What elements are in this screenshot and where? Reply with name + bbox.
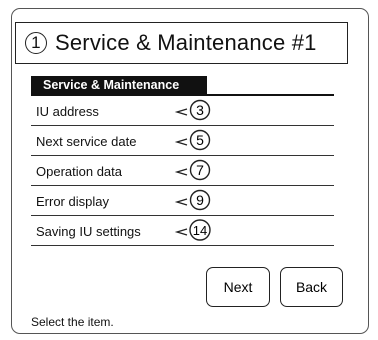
menu-item-label: Error display [36,194,109,209]
callout-marker: 14 [174,219,211,241]
menu-item-label: Saving IU settings [36,224,141,239]
callout-marker: 9 [174,189,211,211]
back-button[interactable]: Back [280,267,343,307]
menu-item-label: Next service date [36,134,137,149]
menu-item-label: Operation data [36,164,123,179]
title-step-number: 1 [25,32,47,54]
next-button[interactable]: Next [206,267,270,307]
menu-item-iu-address[interactable]: IU address 3 [31,96,334,126]
title-text: Service & Maintenance #1 [55,30,317,55]
callout-number: 3 [196,102,204,118]
page-title: 1 Service & Maintenance #1 [15,22,348,64]
section-header: Service & Maintenance [31,76,207,94]
callout-marker: 5 [174,129,211,151]
menu-item-operation-data[interactable]: Operation data 7 [31,156,334,186]
callout-number: 9 [196,192,204,208]
callout-number: 5 [196,132,204,148]
menu-item-label: IU address [36,104,99,119]
menu-item-saving-iu-settings[interactable]: Saving IU settings 14 [31,216,334,246]
menu-item-next-service-date[interactable]: Next service date 5 [31,126,334,156]
status-hint: Select the item. [31,315,114,329]
callout-number: 14 [193,223,207,238]
callout-marker: 7 [174,159,211,181]
callout-number: 7 [196,162,204,178]
callout-marker: 3 [174,99,211,121]
menu-item-error-display[interactable]: Error display 9 [31,186,334,216]
